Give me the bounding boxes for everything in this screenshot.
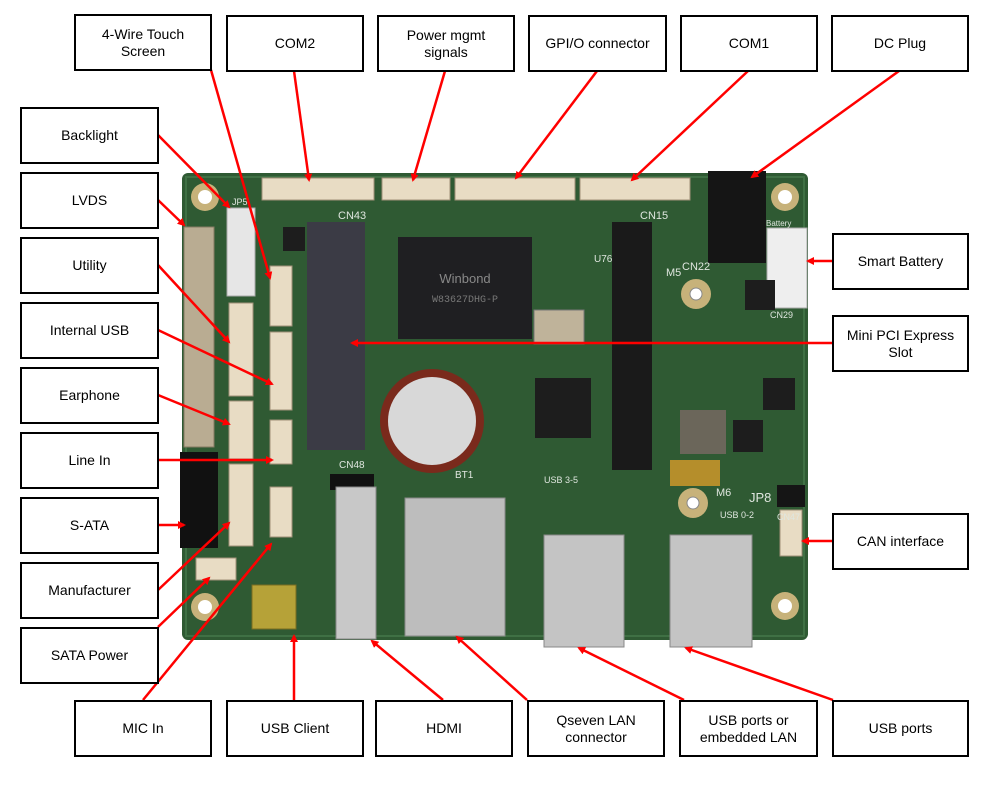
silk-u76: U76: [594, 254, 613, 265]
usb-stack-right: [669, 534, 753, 648]
label-power-mgmt: Power mgmt signals: [377, 15, 515, 72]
label-sata-power: SATA Power: [20, 627, 159, 684]
guide-rail: [612, 222, 652, 470]
label-gpio: GPI/O connector: [528, 15, 667, 72]
backlight-connector: [226, 207, 256, 297]
crystal: [533, 309, 585, 345]
tantalum-cap: [670, 460, 720, 486]
chip-part: W83627DHG-P: [432, 295, 498, 306]
label-qseven-lan: Qseven LAN connector: [527, 700, 665, 757]
superio-chip: [398, 237, 532, 339]
sata-connector: [180, 452, 218, 548]
lvds-header: [183, 226, 215, 448]
label-touch-screen: 4-Wire Touch Screen: [74, 14, 212, 71]
chip-brand: Winbond: [439, 271, 490, 286]
label-backlight: Backlight: [20, 107, 159, 164]
silk-jp8: JP8: [749, 490, 771, 505]
silk-m5: M5: [666, 267, 681, 279]
label-earphone: Earphone: [20, 367, 159, 424]
silk-cn15: CN15: [640, 210, 668, 222]
label-usb-client: USB Client: [226, 700, 364, 757]
lan-jack: [404, 497, 506, 637]
dc-plug: [708, 171, 766, 263]
silk-cn47: CN47: [777, 512, 800, 522]
silk-cn22: CN22: [682, 261, 710, 273]
silk-cn48: CN48: [339, 460, 365, 471]
label-utility: Utility: [20, 237, 159, 294]
silk-usb35: USB 3-5: [544, 475, 578, 485]
silk-cn43: CN43: [338, 210, 366, 222]
label-smart-battery: Smart Battery: [832, 233, 969, 290]
label-hdmi: HDMI: [375, 700, 513, 757]
label-com1: COM1: [680, 15, 818, 72]
usb-stack-left: [543, 534, 625, 648]
label-mic-in: MIC In: [74, 700, 212, 757]
label-line-in: Line In: [20, 432, 159, 489]
label-can: CAN interface: [832, 513, 969, 570]
label-internal-usb: Internal USB: [20, 302, 159, 359]
silk-m6: M6: [716, 487, 731, 499]
silk-bt1: BT1: [455, 470, 474, 481]
silk-battery: Battery: [766, 219, 791, 228]
silk-usb02: USB 0-2: [720, 510, 754, 520]
label-usb-or-lan: USB ports or embedded LAN: [679, 700, 818, 757]
silk-cn29: CN29: [770, 310, 793, 320]
label-sata: S-ATA: [20, 497, 159, 554]
inductor: [680, 410, 726, 454]
label-manufacturer: Manufacturer: [20, 562, 159, 619]
label-com2: COM2: [226, 15, 364, 72]
usb-client-port: [251, 584, 297, 630]
label-usb-ports: USB ports: [832, 700, 969, 757]
top-connectors: [261, 177, 691, 201]
label-lvds: LVDS: [20, 172, 159, 229]
label-dc-plug: DC Plug: [831, 15, 969, 72]
jp8-jumper: [777, 485, 805, 507]
silk-jp5: JP5: [232, 197, 248, 207]
mini-pcie-slot: [307, 222, 365, 450]
hdmi-port: [335, 486, 377, 640]
label-mini-pcie: Mini PCI Express Slot: [832, 315, 969, 372]
